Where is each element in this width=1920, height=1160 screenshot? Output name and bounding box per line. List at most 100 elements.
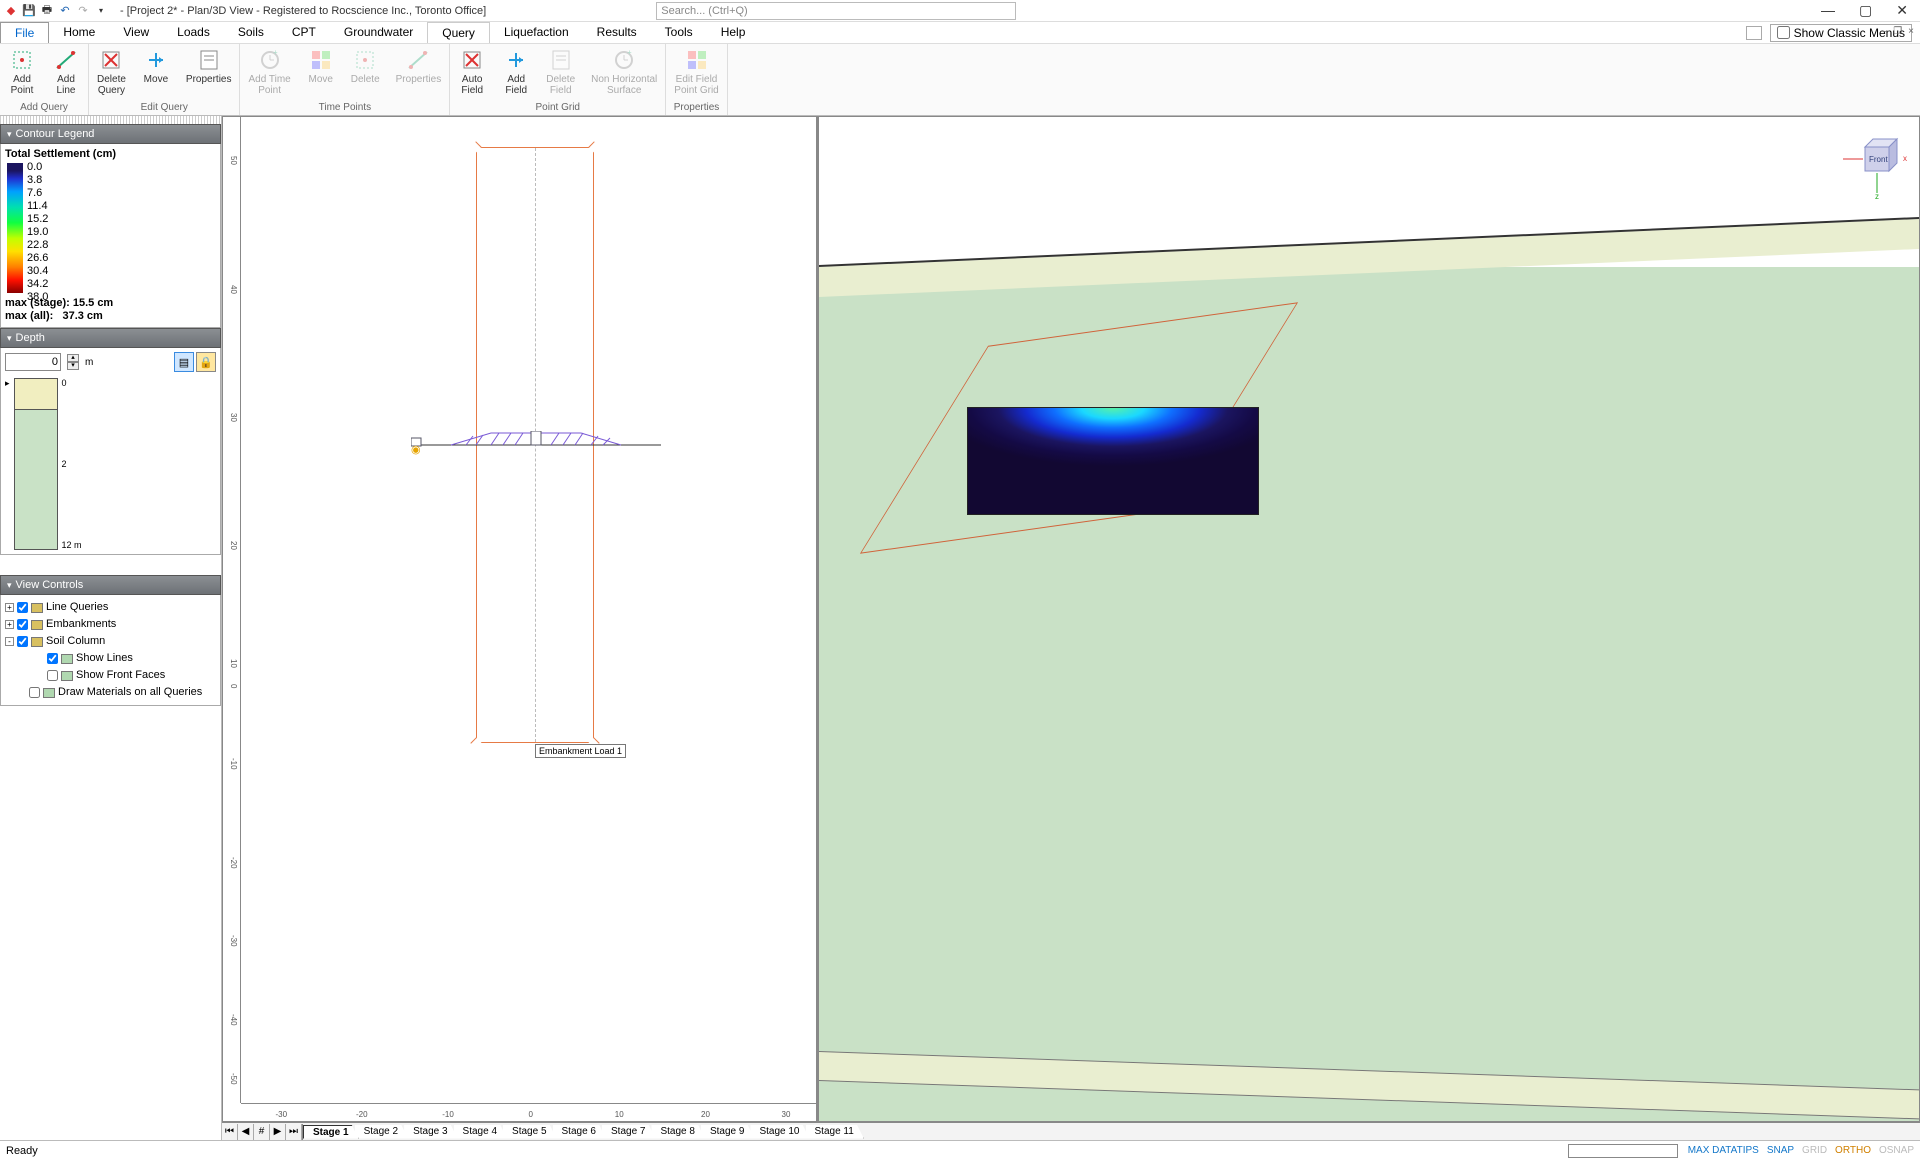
ribbon-add-point[interactable]: AddPoint <box>0 44 44 101</box>
menu-file[interactable]: File <box>0 22 49 43</box>
status-grid[interactable]: GRID <box>1802 1145 1827 1156</box>
menu-view[interactable]: View <box>109 22 163 43</box>
stage-tab-2[interactable]: Stage 2 <box>355 1125 408 1139</box>
menu-home[interactable]: Home <box>49 22 109 43</box>
soil-column-marks: 0212 m <box>62 378 82 550</box>
stage-tab-1[interactable]: Stage 1 <box>303 1125 359 1139</box>
stage-tab-8[interactable]: Stage 8 <box>651 1125 704 1139</box>
view-controls-header[interactable]: View Controls <box>0 575 221 595</box>
menu-query[interactable]: Query <box>427 22 490 43</box>
menu-cpt[interactable]: CPT <box>278 22 330 43</box>
window-title: - [Project 2* - Plan/3D View - Registere… <box>112 5 486 17</box>
save-icon[interactable]: 💾 <box>22 4 36 18</box>
doc-minimize-icon[interactable]: – <box>1882 26 1888 37</box>
depth-section-icon[interactable]: ▤ <box>174 352 194 372</box>
ribbon-move[interactable]: Move <box>134 44 178 101</box>
doc-close-icon[interactable]: × <box>1908 26 1914 37</box>
redo-icon[interactable]: ↷ <box>76 4 90 18</box>
tree-item-label: Show Front Faces <box>76 667 165 684</box>
ribbon-auto-field[interactable]: AutoField <box>450 44 494 101</box>
title-bar: ◆ 💾 🖶 ↶ ↷ ▾ - [Project 2* - Plan/3D View… <box>0 0 1920 22</box>
menu-tools[interactable]: Tools <box>651 22 707 43</box>
status-max-datatips[interactable]: MAX DATATIPS <box>1688 1145 1759 1156</box>
doc-restore-icon[interactable]: ❐ <box>1893 26 1902 37</box>
menu-loads[interactable]: Loads <box>163 22 224 43</box>
legend-tick: 22.8 <box>27 239 48 252</box>
ribbon-group-time-points: Time Points <box>240 101 449 115</box>
stage-next-icon[interactable]: ▶ <box>270 1124 286 1140</box>
3d-viewport[interactable]: Front x z <box>818 116 1920 1122</box>
tree-embankments[interactable]: +Embankments <box>5 616 216 633</box>
stage-tab-5[interactable]: Stage 5 <box>503 1125 556 1139</box>
tree-expand-icon[interactable]: + <box>5 603 14 612</box>
stage-num-icon[interactable]: # <box>254 1124 270 1140</box>
plan-viewport[interactable]: 50403020100-10-20-30-40-50 -30-20-100102… <box>222 116 818 1122</box>
svg-text:Front: Front <box>1869 155 1888 164</box>
close-button[interactable]: ✕ <box>1896 2 1908 19</box>
depth-unit: m <box>85 357 93 368</box>
ribbon-min-icon[interactable] <box>1746 26 1762 40</box>
sidebar-grip[interactable] <box>0 116 221 124</box>
stage-tab-10[interactable]: Stage 10 <box>750 1125 809 1139</box>
tree-checkbox[interactable] <box>47 670 58 681</box>
legend-max-stage: max (stage): 15.5 cm <box>5 297 216 310</box>
menu-soils[interactable]: Soils <box>224 22 278 43</box>
depth-spinner[interactable]: ▴▾ <box>67 354 79 370</box>
axis-gizmo[interactable]: Front x z <box>1839 129 1909 199</box>
stage-tab-9[interactable]: Stage 9 <box>701 1125 754 1139</box>
tree-checkbox[interactable] <box>29 687 40 698</box>
ribbon-add-line[interactable]: AddLine <box>44 44 88 101</box>
menu-results[interactable]: Results <box>583 22 651 43</box>
search-input[interactable]: Search... (Ctrl+Q) <box>656 2 1016 20</box>
tree-expand-icon[interactable]: + <box>5 620 14 629</box>
legend-tick: 26.6 <box>27 252 48 265</box>
stage-tab-11[interactable]: Stage 11 <box>806 1125 864 1139</box>
stage-tab-6[interactable]: Stage 6 <box>553 1125 606 1139</box>
stage-tab-7[interactable]: Stage 7 <box>602 1125 655 1139</box>
menu-help[interactable]: Help <box>707 22 760 43</box>
maximize-button[interactable]: ▢ <box>1859 2 1872 19</box>
contour-legend-header[interactable]: Contour Legend <box>0 124 221 144</box>
depth-header[interactable]: Depth <box>0 328 221 348</box>
stage-last-icon[interactable]: ⏭ <box>286 1124 302 1140</box>
tree-show-lines[interactable]: Show Lines <box>5 650 216 667</box>
tree-draw-materials-on-all-queries[interactable]: Draw Materials on all Queries <box>5 684 216 701</box>
legend-tick: 19.0 <box>27 226 48 239</box>
status-osnap[interactable]: OSNAP <box>1879 1145 1914 1156</box>
ribbon-delete-query[interactable]: DeleteQuery <box>89 44 134 101</box>
qat-dropdown-icon[interactable]: ▾ <box>94 4 108 18</box>
ribbon-add-field[interactable]: AddField <box>494 44 538 101</box>
tree-checkbox[interactable] <box>17 602 28 613</box>
tree-checkbox[interactable] <box>17 636 28 647</box>
depth-lock-icon[interactable]: 🔒 <box>196 352 216 372</box>
status-ortho[interactable]: ORTHO <box>1835 1145 1871 1156</box>
undo-icon[interactable]: ↶ <box>58 4 72 18</box>
tree-item-label: Draw Materials on all Queries <box>58 684 202 701</box>
tree-soil-column[interactable]: - Soil Column <box>5 633 216 650</box>
tree-checkbox[interactable] <box>47 653 58 664</box>
canvases: 50403020100-10-20-30-40-50 -30-20-100102… <box>222 116 1920 1122</box>
stage-prev-icon[interactable]: ◀ <box>238 1124 254 1140</box>
tree-item-icon <box>31 620 43 630</box>
stage-first-icon[interactable]: ⏮ <box>222 1124 238 1140</box>
minimize-button[interactable]: — <box>1821 2 1835 19</box>
legend-max-all: max (all): 37.3 cm <box>5 310 216 323</box>
stage-tab-4[interactable]: Stage 4 <box>454 1125 507 1139</box>
ribbon-properties[interactable]: Properties <box>178 44 240 101</box>
tree-line-queries[interactable]: +Line Queries <box>5 599 216 616</box>
svg-text:+: + <box>273 48 278 57</box>
stage-tab-3[interactable]: Stage 3 <box>404 1125 457 1139</box>
tree-expand-icon[interactable]: - <box>5 637 14 646</box>
menu-groundwater[interactable]: Groundwater <box>330 22 427 43</box>
depth-input[interactable] <box>5 353 61 371</box>
tree-item-label: Soil Column <box>46 633 105 650</box>
status-snap[interactable]: SNAP <box>1767 1145 1794 1156</box>
ribbon-delete: Delete <box>343 44 388 101</box>
tree-checkbox[interactable] <box>17 619 28 630</box>
status-input[interactable] <box>1568 1144 1678 1158</box>
soil-mark: 2 <box>62 459 82 469</box>
menu-liquefaction[interactable]: Liquefaction <box>490 22 583 43</box>
print-icon[interactable]: 🖶 <box>40 4 54 18</box>
tree-show-front-faces[interactable]: Show Front Faces <box>5 667 216 684</box>
legend-tick: 30.4 <box>27 265 48 278</box>
